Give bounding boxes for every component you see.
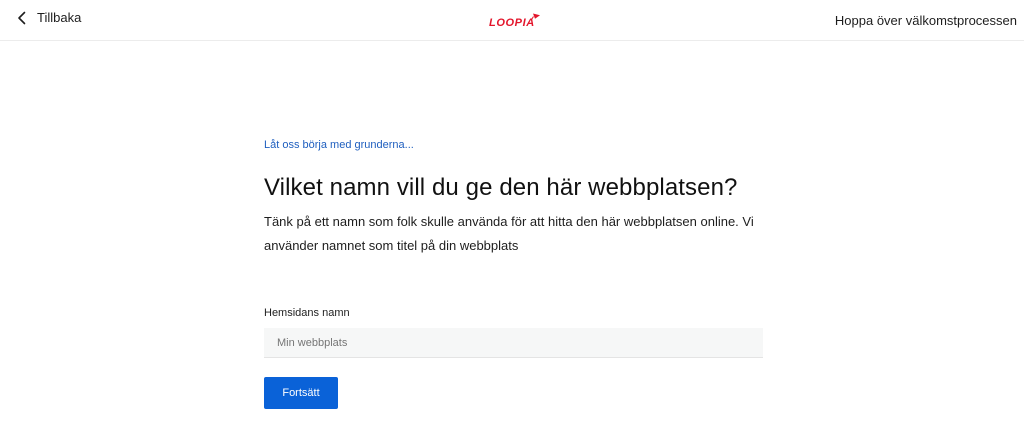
continue-button[interactable]: Fortsätt <box>264 377 338 409</box>
setup-form: Låt oss börja med grunderna... Vilket na… <box>264 138 764 409</box>
eyebrow-text: Låt oss börja med grunderna... <box>264 139 414 151</box>
back-button[interactable]: Tillbaka <box>16 10 81 25</box>
top-bar: Tillbaka LOOPIA Hoppa över välkomstproce… <box>0 0 1024 41</box>
skip-welcome-link[interactable]: Hoppa över välkomstprocessen <box>835 13 1017 28</box>
page-title: Vilket namn vill du ge den här webbplats… <box>264 174 738 201</box>
logo-text: LOOPIA <box>489 17 535 29</box>
chevron-left-icon <box>16 11 28 25</box>
description-text: Tänk på ett namn som folk skulle använda… <box>264 214 754 253</box>
site-name-input[interactable] <box>264 328 763 358</box>
back-label: Tillbaka <box>37 10 82 25</box>
loopia-logo: LOOPIA <box>488 12 544 30</box>
site-name-label: Hemsidans namn <box>264 307 350 319</box>
